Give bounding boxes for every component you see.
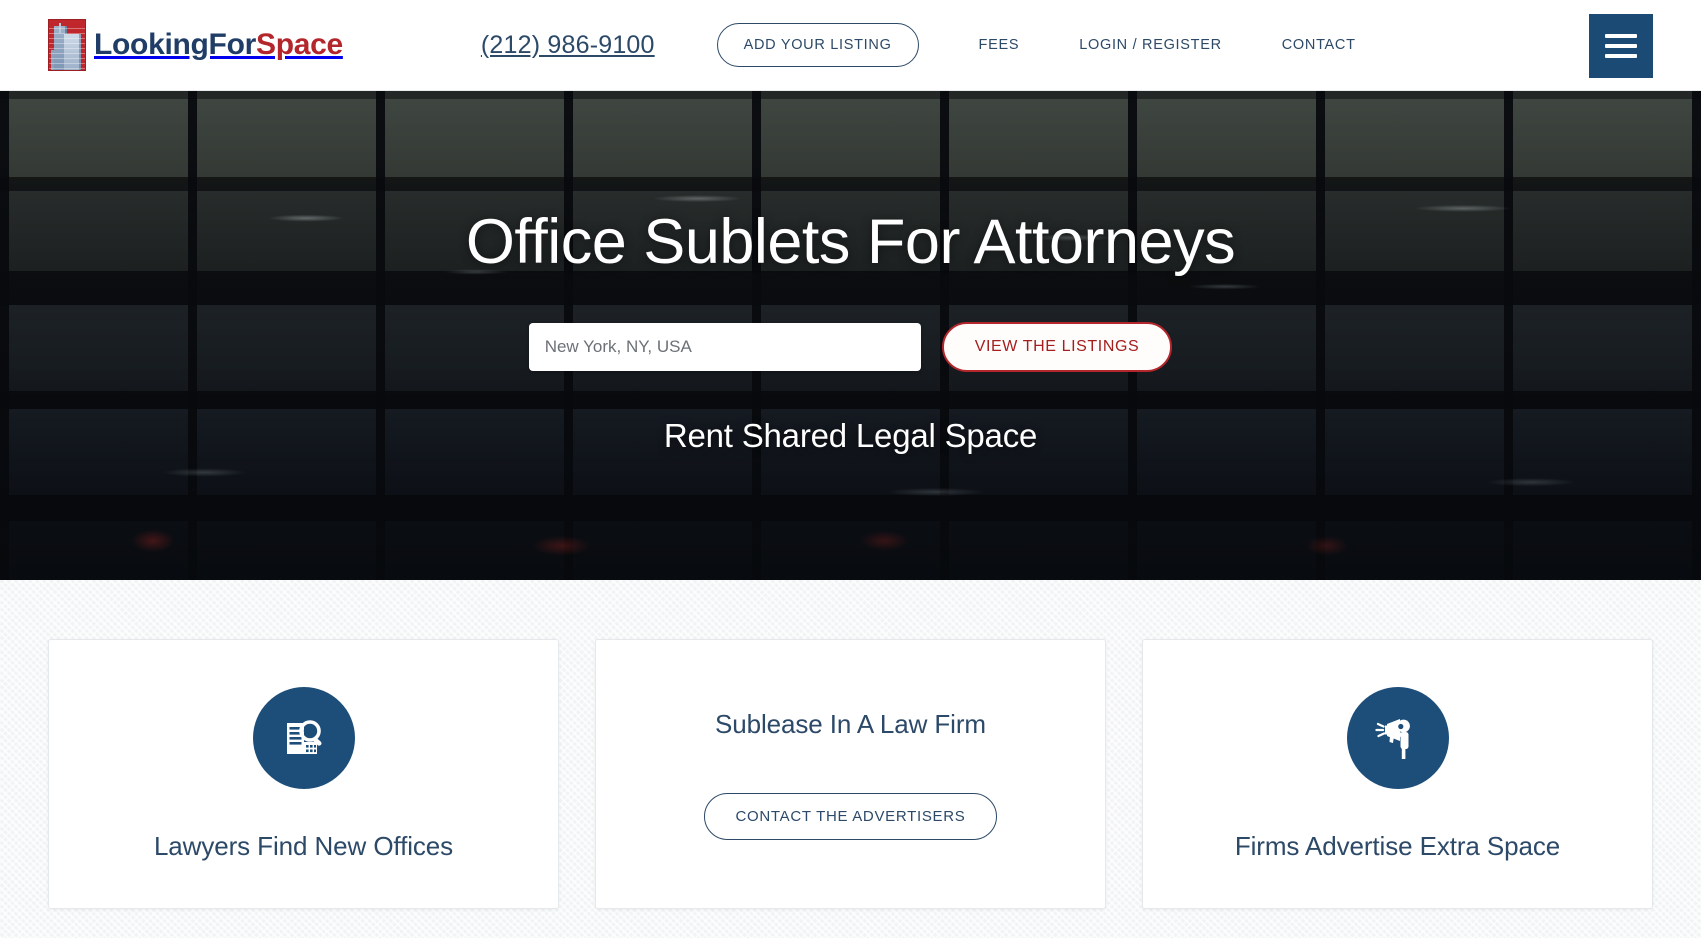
nav-item-contact[interactable]: CONTACT <box>1282 37 1356 53</box>
hamburger-bar <box>1605 44 1637 48</box>
location-search-input[interactable] <box>528 323 921 372</box>
feature-card-firms-advertise-space[interactable]: Firms Advertise Extra Space <box>1142 639 1653 909</box>
building-logo-icon <box>48 19 86 71</box>
feature-card-sublease-law-firm[interactable]: Sublease In A Law Firm CONTACT THE ADVER… <box>595 639 1106 909</box>
feature-cards-section: Lawyers Find New Offices Sublease In A L… <box>0 580 1701 938</box>
view-the-listings-button[interactable]: VIEW THE LISTINGS <box>941 322 1173 373</box>
feature-card-title: Lawyers Find New Offices <box>153 830 454 861</box>
add-your-listing-button[interactable]: ADD YOUR LISTING <box>716 23 919 67</box>
megaphone-announcer-icon <box>1346 686 1449 789</box>
logo-word-accent: Space <box>255 28 343 61</box>
nav-item-fees[interactable]: FEES <box>979 37 1020 53</box>
hero-subtitle: Rent Shared Legal Space <box>663 417 1038 455</box>
site-header: LookingForSpace (212) 986-9100 ADD YOUR … <box>0 0 1701 91</box>
logo-word-primary: LookingFor <box>94 28 256 61</box>
building-search-icon <box>252 686 355 789</box>
site-logo[interactable]: LookingForSpace <box>48 19 343 71</box>
main-nav: (212) 986-9100 ADD YOUR LISTING FEES LOG… <box>481 23 1356 67</box>
hero-search-form: VIEW THE LISTINGS <box>528 322 1173 373</box>
logo-wordmark: LookingForSpace <box>94 28 343 62</box>
phone-link[interactable]: (212) 986-9100 <box>481 31 655 60</box>
feature-card-title: Sublease In A Law Firm <box>715 708 986 739</box>
feature-card-title: Firms Advertise Extra Space <box>1234 830 1561 861</box>
nav-item-login-register[interactable]: LOGIN / REGISTER <box>1079 37 1222 53</box>
hero-title: Office Sublets For Attorneys <box>465 207 1236 277</box>
hero-banner: Office Sublets For Attorneys VIEW THE LI… <box>0 91 1701 580</box>
contact-the-advertisers-button[interactable]: CONTACT THE ADVERTISERS <box>704 792 997 840</box>
hamburger-bar <box>1605 54 1637 58</box>
hamburger-bar <box>1605 34 1637 38</box>
feature-cards-row: Lawyers Find New Offices Sublease In A L… <box>48 639 1653 909</box>
hamburger-menu-icon[interactable] <box>1589 14 1653 78</box>
feature-card-lawyers-find-offices[interactable]: Lawyers Find New Offices <box>48 639 559 909</box>
